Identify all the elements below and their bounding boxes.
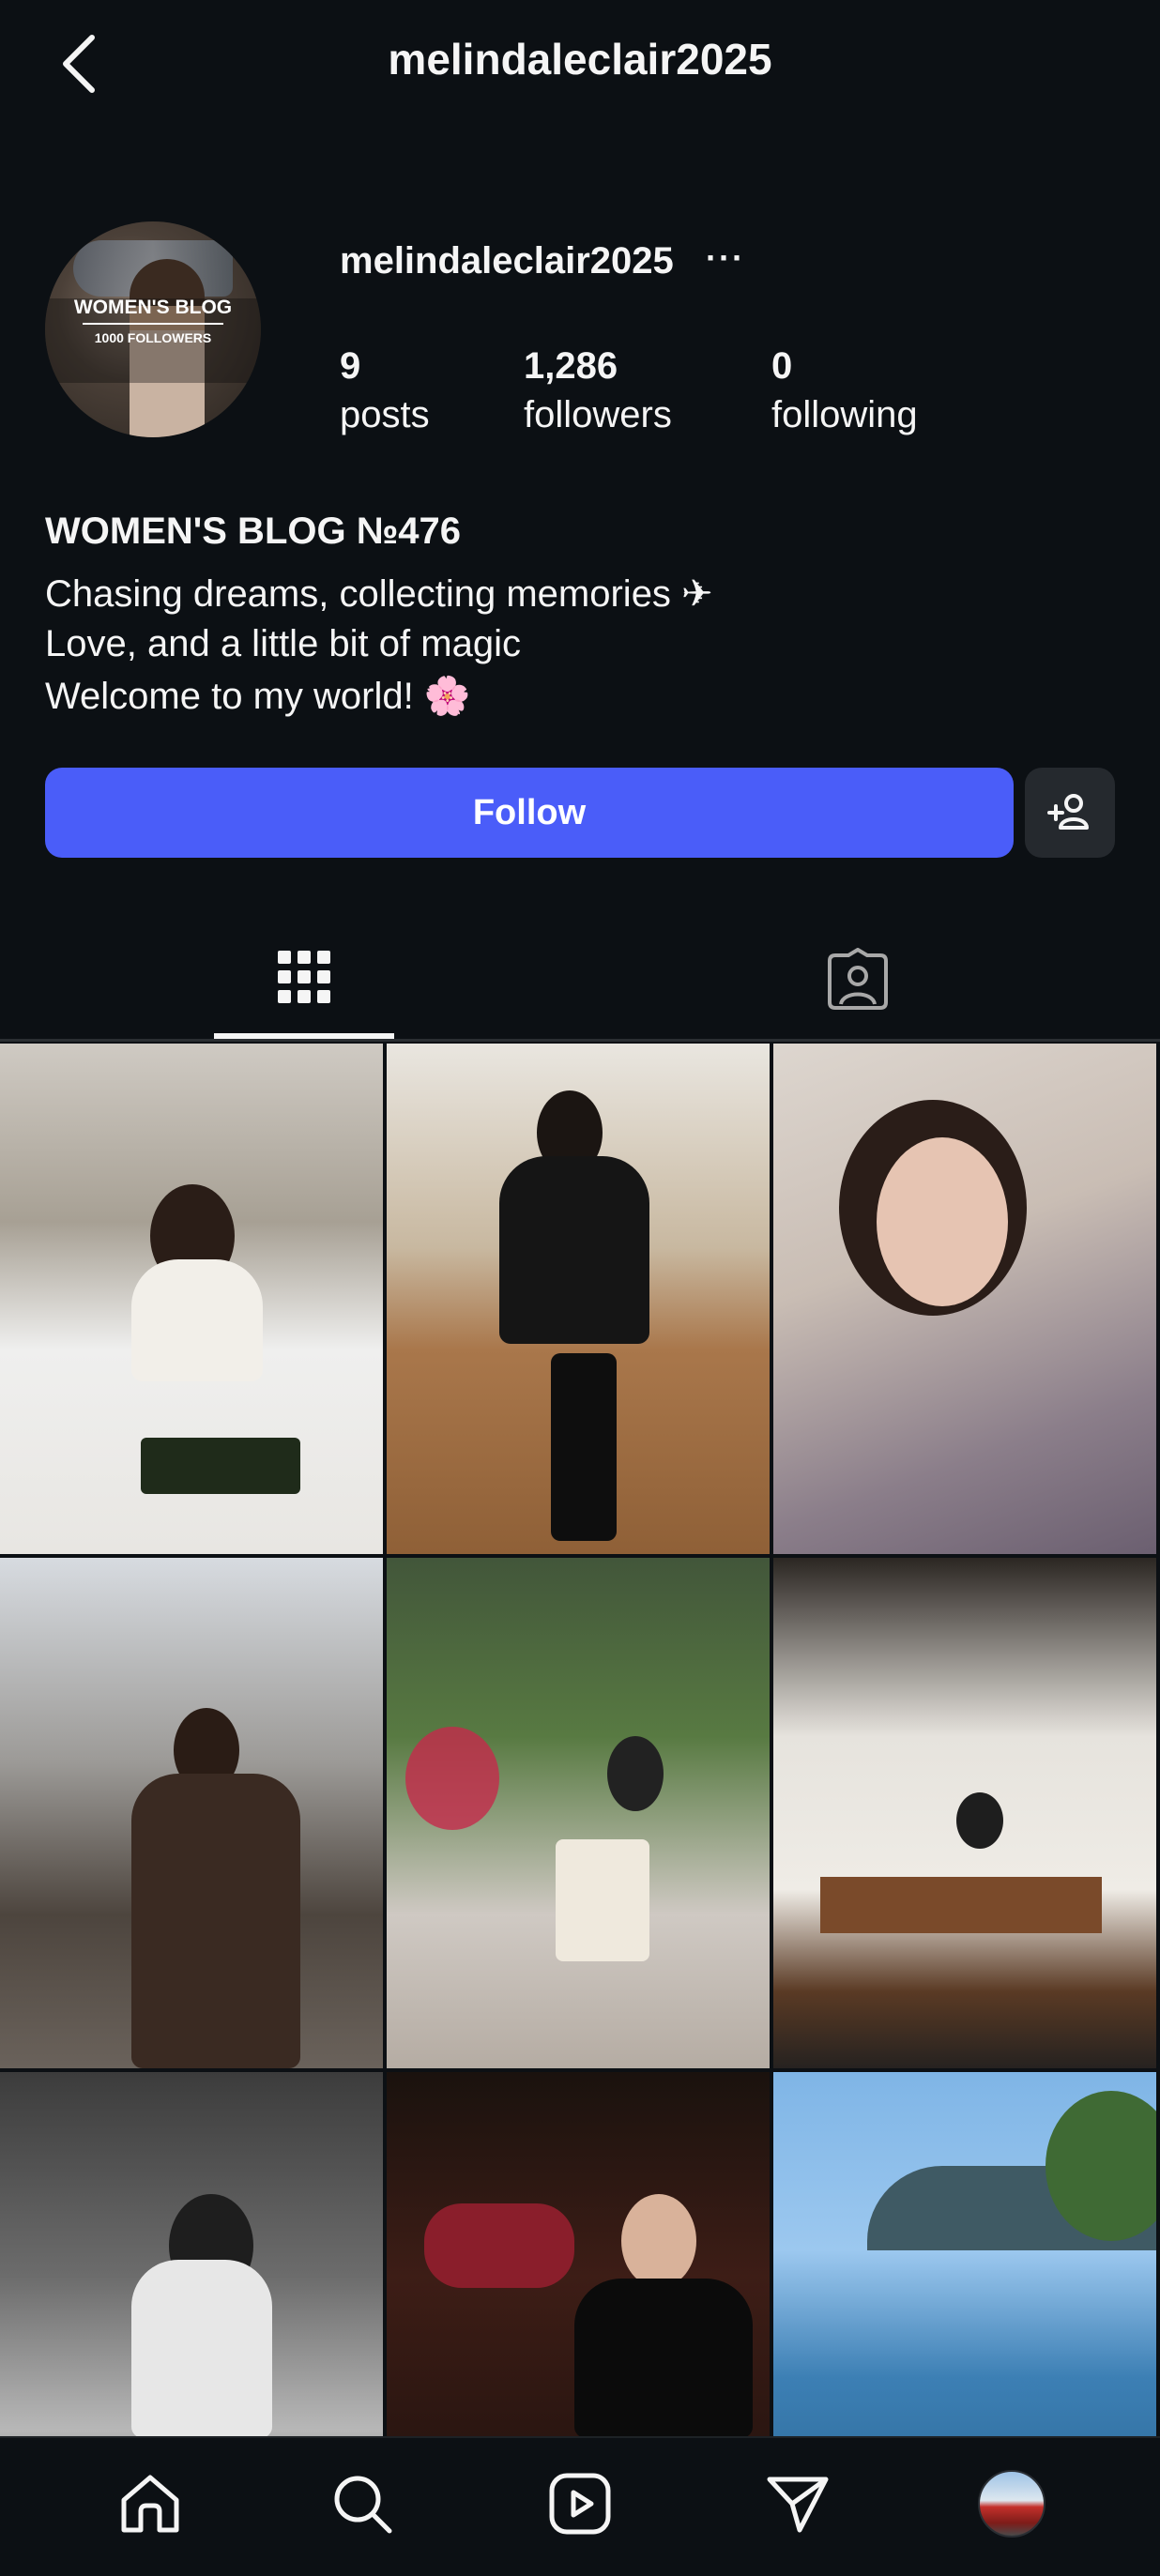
reels-icon <box>549 2473 611 2535</box>
profile-avatar[interactable]: WOMEN'S BLOG 1000 FOLLOWERS <box>45 221 261 437</box>
stat-value: 1,286 <box>524 345 618 387</box>
avatar-divider <box>83 323 223 325</box>
bio-name: WOMEN'S BLOG №476 <box>45 511 462 552</box>
stat-followers[interactable]: 1,286 followers <box>524 343 672 441</box>
post-thumbnail[interactable] <box>0 1044 383 1554</box>
post-thumbnail[interactable] <box>0 1558 383 2068</box>
bio-line: Chasing dreams, collecting memories ✈ <box>45 573 713 615</box>
search-icon <box>334 2476 392 2534</box>
stat-label: posts <box>340 394 430 435</box>
post-thumbnail[interactable] <box>773 1044 1156 1554</box>
bio-line: Love, and a little bit of magic <box>45 623 521 664</box>
direct-icon <box>767 2477 829 2533</box>
tab-tagged[interactable] <box>768 920 948 1039</box>
profile-avatar <box>978 2470 1046 2538</box>
profile-tabs <box>0 920 1160 1042</box>
stat-value: 9 <box>340 345 361 387</box>
post-thumbnail[interactable] <box>773 1558 1156 2068</box>
post-thumbnail[interactable] <box>387 1044 770 1554</box>
grid-icon <box>278 950 330 1003</box>
top-bar: melindaleclair2025 <box>0 0 1160 128</box>
tagged-icon <box>828 947 888 1010</box>
nav-search[interactable] <box>319 2461 405 2547</box>
avatar-text-subtitle: 1000 FOLLOWERS <box>94 330 212 345</box>
nav-profile[interactable] <box>969 2461 1055 2547</box>
bottom-navigation <box>0 2436 1160 2576</box>
add-person-icon <box>1047 794 1089 830</box>
tab-posts-grid[interactable] <box>214 920 394 1039</box>
page-title: melindaleclair2025 <box>388 35 772 84</box>
stat-label: followers <box>524 394 672 435</box>
nav-direct[interactable] <box>755 2461 841 2547</box>
stat-following[interactable]: 0 following <box>771 343 918 441</box>
stat-value: 0 <box>771 345 793 387</box>
post-thumbnail[interactable] <box>387 1558 770 2068</box>
follow-button[interactable]: Follow <box>45 768 1014 858</box>
home-icon <box>121 2475 179 2533</box>
profile-username: melindaleclair2025 <box>340 240 674 282</box>
posts-grid <box>0 1044 1160 2576</box>
stat-posts[interactable]: 9 posts <box>340 343 430 441</box>
suggest-people-button[interactable] <box>1025 768 1115 858</box>
nav-home[interactable] <box>107 2461 193 2547</box>
nav-reels[interactable] <box>537 2461 623 2547</box>
more-options-button[interactable]: ··· <box>706 238 745 278</box>
stat-label: following <box>771 394 918 435</box>
bio-line: Welcome to my world! 🌸 <box>45 676 471 717</box>
avatar-text-title: WOMEN'S BLOG <box>73 297 233 318</box>
